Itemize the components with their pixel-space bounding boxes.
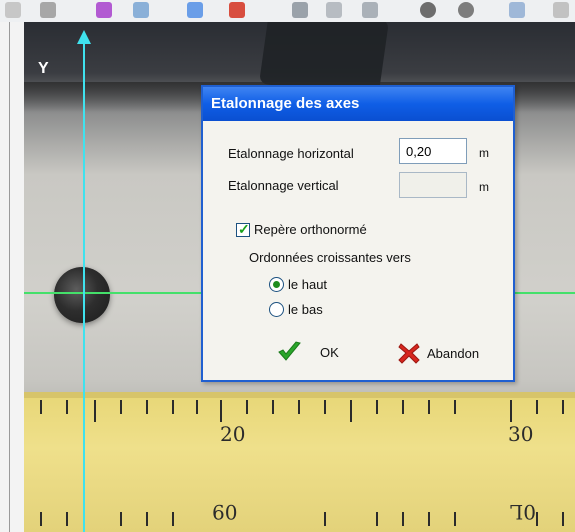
ruler-tick bbox=[246, 400, 248, 414]
vertical-calibration-label: Etalonnage vertical bbox=[228, 178, 339, 193]
horizontal-calibration-input[interactable] bbox=[399, 138, 467, 164]
ruler-tick bbox=[376, 400, 378, 414]
toolbar-icon[interactable] bbox=[292, 2, 308, 18]
ruler-tick bbox=[402, 512, 404, 526]
ruler-tick bbox=[454, 400, 456, 414]
horizontal-calibration-label: Etalonnage horizontal bbox=[228, 146, 354, 161]
ruler-tick bbox=[66, 400, 68, 414]
checkbox-checked-icon: ✓ bbox=[238, 221, 250, 237]
red-x-icon bbox=[398, 343, 420, 364]
ruler-tick bbox=[172, 400, 174, 414]
toolbar-icon[interactable] bbox=[509, 2, 525, 18]
ruler-label-20: 20 bbox=[220, 422, 246, 446]
ruler-tick bbox=[324, 512, 326, 526]
ruler-tick bbox=[350, 400, 352, 422]
ruler-tick bbox=[272, 400, 274, 414]
ruler-tick bbox=[510, 400, 512, 422]
toolbar-icon[interactable] bbox=[553, 2, 569, 18]
ruler-tick bbox=[146, 400, 148, 414]
ruler-tick bbox=[402, 400, 404, 414]
ruler-label-bottom-left: 09 bbox=[212, 500, 238, 524]
ruler-tick bbox=[298, 400, 300, 414]
toolbar-icon[interactable] bbox=[96, 2, 112, 18]
ordinate-direction-label: Ordonnées croissantes vers bbox=[249, 250, 411, 265]
ruler-tick bbox=[536, 400, 538, 414]
toolbar-icon[interactable] bbox=[420, 2, 436, 18]
radio-selected-icon bbox=[273, 281, 280, 288]
ok-label: OK bbox=[320, 344, 339, 360]
orthonormal-label[interactable]: Repère orthonormé bbox=[254, 222, 367, 237]
radio-top[interactable] bbox=[269, 277, 284, 292]
ruler-tick bbox=[40, 512, 42, 526]
toolbar-icon[interactable] bbox=[326, 2, 342, 18]
toolbar-icon[interactable] bbox=[229, 2, 245, 18]
cancel-label: Abandon bbox=[427, 345, 480, 361]
toolbar-icon[interactable] bbox=[362, 2, 378, 18]
toolbar-icon[interactable] bbox=[458, 2, 474, 18]
ball bbox=[54, 267, 110, 323]
ruler-tick bbox=[428, 400, 430, 414]
radio-bottom[interactable] bbox=[269, 302, 284, 317]
vertical-calibration-input[interactable] bbox=[399, 172, 467, 198]
orthonormal-checkbox[interactable]: ✓ bbox=[236, 221, 250, 237]
toolbar-icon[interactable] bbox=[133, 2, 149, 18]
ruler-tick bbox=[324, 400, 326, 414]
checkmark-icon bbox=[278, 341, 301, 361]
dialog-title[interactable]: Etalonnage des axes bbox=[203, 87, 513, 121]
ruler-tick bbox=[428, 512, 430, 526]
ruler-label-bottom-right: 0L bbox=[510, 500, 537, 524]
left-frame-rule bbox=[9, 22, 10, 532]
horizontal-unit: m bbox=[479, 146, 489, 160]
ruler-tick bbox=[220, 400, 222, 422]
y-axis-line[interactable] bbox=[83, 40, 85, 532]
radio-top-label[interactable]: le haut bbox=[288, 277, 327, 292]
ruler-tick bbox=[66, 512, 68, 526]
ruler-tick bbox=[376, 512, 378, 526]
ruler-tick bbox=[94, 400, 96, 422]
left-frame bbox=[0, 22, 25, 532]
ruler-edge bbox=[24, 392, 575, 398]
ok-button[interactable]: OK bbox=[276, 338, 339, 366]
ruler-tick bbox=[562, 400, 564, 414]
toolbar-icon[interactable] bbox=[40, 2, 56, 18]
vertical-unit: m bbox=[479, 180, 489, 194]
y-axis-label: Y bbox=[38, 60, 49, 77]
y-axis-arrow-icon[interactable] bbox=[77, 30, 91, 44]
ruler-tick bbox=[120, 400, 122, 414]
ruler-tick bbox=[120, 512, 122, 526]
ruler-tick bbox=[454, 512, 456, 526]
toolbar-icon[interactable] bbox=[5, 2, 21, 18]
cancel-button[interactable]: Abandon bbox=[397, 339, 479, 367]
ruler-label-30: 30 bbox=[508, 422, 534, 446]
calibration-dialog: Etalonnage des axes Etalonnage horizonta… bbox=[201, 85, 515, 382]
toolbar bbox=[0, 0, 575, 23]
ruler-tick bbox=[146, 512, 148, 526]
ruler: 20 30 09 0L bbox=[24, 392, 575, 532]
ruler-tick bbox=[40, 400, 42, 414]
radio-bottom-label[interactable]: le bas bbox=[288, 302, 323, 317]
ruler-tick bbox=[536, 512, 538, 526]
ruler-tick bbox=[196, 400, 198, 414]
toolbar-icon[interactable] bbox=[187, 2, 203, 18]
ruler-tick bbox=[172, 512, 174, 526]
ruler-tick bbox=[562, 512, 564, 526]
